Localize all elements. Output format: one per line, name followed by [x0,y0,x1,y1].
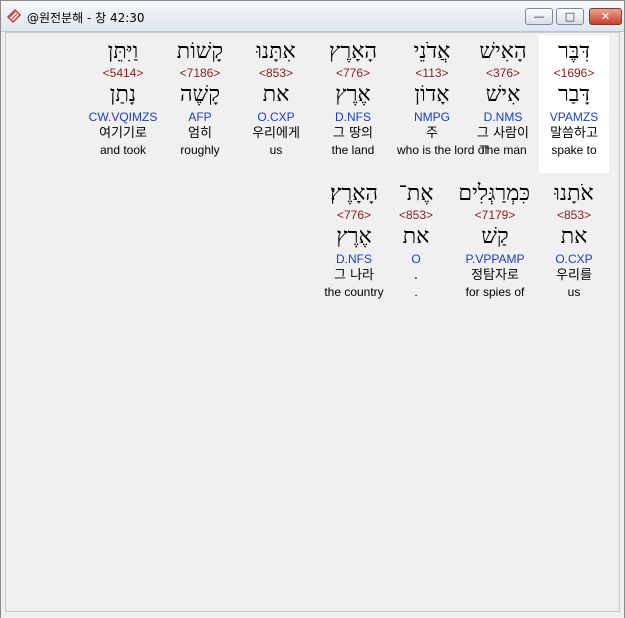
lemma-word: דָּבַר [558,82,590,107]
korean-gloss: . [413,268,419,283]
morphology-code: P.VPPAMP [465,252,525,266]
word-block[interactable]: אִתָּנוּ <853> את O.CXP 우리에게 us [241,35,311,158]
strong-number[interactable]: <853> [381,207,451,223]
english-gloss: roughly [180,143,220,157]
word-block[interactable]: אֶת־ <853> את O.. [381,177,451,300]
minimize-button[interactable]: — [525,8,553,25]
korean-gloss: 엄히 [188,126,212,141]
english-gloss: and took [99,143,147,157]
lemma-word: קָשֶׁה [179,82,220,107]
morphology-code: D.NFS [335,110,371,124]
english-gloss: who is the lord of [397,143,488,157]
korean-gloss: 말씀하고 [550,126,598,141]
english-gloss: the country [324,285,384,299]
morphology-code: NMPG [414,110,450,124]
morphology-code: O.CXP [555,252,593,266]
strong-number[interactable]: <1696> [539,65,609,81]
title-bar[interactable]: @원전분해 - 창 42:30 — □ ✕ [1,1,624,32]
korean-gloss: 정탐자로 [471,268,519,283]
word-block[interactable]: הָאָרֶץ <776> אֶרֶץ D.NFS 그 땅의 the land [318,35,388,158]
english-gloss: us [567,285,581,299]
lemma-word: קַשׁ [481,224,509,249]
hebrew-word: וַיִּתֵּן [107,39,139,64]
hebrew-word: אֶת־ [398,181,434,206]
word-block[interactable]: אֲדֹנֵי <113> אָדוֹן NMPG 주 who is the lord o… [397,35,488,158]
korean-gloss: 우리에게 [252,126,300,141]
maximize-icon: □ [564,10,576,23]
word-block[interactable]: הָאִישׁ <376> אִישׁ D.NMS 그 사람이 The man [468,35,538,158]
strong-number[interactable]: <376> [468,65,538,81]
morphology-code: O.CXP [257,110,295,124]
morphology-code: D.NMS [483,110,523,124]
english-gloss: for spies of [465,285,525,299]
strong-number[interactable]: <5414> [88,65,158,81]
hebrew-word: הָאִישׁ [479,39,527,64]
minimize-icon: — [533,10,545,23]
korean-gloss: 주 [426,126,438,141]
english-gloss: . [414,285,418,299]
lemma-word: נָתַן [109,82,137,107]
word-block[interactable]: דִּבֶּר <1696> דָּבַר VPAMZS 말씀하고 spake to [539,35,609,173]
morphology-code: CW.VQIMZS [88,110,158,124]
english-gloss: spake to [551,143,597,157]
hebrew-word: כִּמְרַגְּלִים [458,181,530,206]
korean-gloss: 그 나라 [333,268,374,283]
window-bottom-border [1,612,624,618]
hebrew-word: קָשׁוֹת [176,39,224,64]
hebrew-word: הָאָרֶץ׃ [329,181,379,206]
english-gloss: us [269,143,283,157]
strong-number[interactable]: <7179> [460,207,530,223]
lemma-word: אִישׁ [485,82,521,107]
lemma-word: את [560,224,588,249]
morphology-code: VPAMZS [549,110,599,124]
close-button[interactable]: ✕ [589,8,622,25]
maximize-button[interactable]: □ [556,8,584,25]
hebrew-word: אֹתָנוּ [554,181,594,206]
lemma-word: אֶרֶץ [335,82,371,107]
korean-gloss: 우리를 [556,268,592,283]
korean-gloss: 여기기로 [99,126,147,141]
lemma-word: את [262,82,290,107]
lemma-word: אֶרֶץ [336,224,372,249]
morphology-code: AFP [188,110,212,124]
word-block[interactable]: כִּמְרַגְּלִים <7179> קַשׁ P.VPPAMP 정탐자로 for … [458,177,530,300]
strong-number[interactable]: <853> [539,207,609,223]
strong-number[interactable]: <776> [318,65,388,81]
hebrew-word: דִּבֶּר [558,39,590,64]
word-block[interactable]: הָאָרֶץ׃ <776> אֶרֶץ D.NFS 그 나라 the country [319,177,389,300]
app-window: @원전분해 - 창 42:30 — □ ✕ דִּבֶּר <1696> דָּבַ… [0,0,625,618]
word-block[interactable]: וַיִּתֵּן <5414> נָתַן CW.VQIMZS 여기기로 and too… [88,35,158,158]
word-block[interactable]: אֹתָנוּ <853> את O.CXP 우리를 us [539,177,609,300]
lemma-word: אָדוֹן [414,82,450,107]
interlinear-panel: דִּבֶּר <1696> דָּבַר VPAMZS 말씀하고 spake to הָא… [5,32,620,612]
word-block[interactable]: קָשׁוֹת <7186> קָשֶׁה AFP 엄히 roughly [165,35,235,158]
english-gloss: the land [331,143,375,157]
hebrew-word: אֲדֹנֵי [413,39,451,64]
hebrew-word: הָאָרֶץ [328,39,378,64]
app-icon [6,8,22,24]
korean-gloss: 그 사람이 [477,126,529,141]
hebrew-word: אִתָּנוּ [256,39,296,64]
window-title: @원전분해 - 창 42:30 [27,11,145,25]
morphology-code: O [411,252,421,266]
strong-number[interactable]: <853> [241,65,311,81]
korean-gloss: 그 땅의 [332,126,373,141]
lemma-word: את [402,224,430,249]
strong-number[interactable]: <113> [397,65,467,81]
morphology-code: D.NFS [336,252,372,266]
strong-number[interactable]: <776> [319,207,389,223]
strong-number[interactable]: <7186> [165,65,235,81]
close-icon: ✕ [600,10,611,23]
